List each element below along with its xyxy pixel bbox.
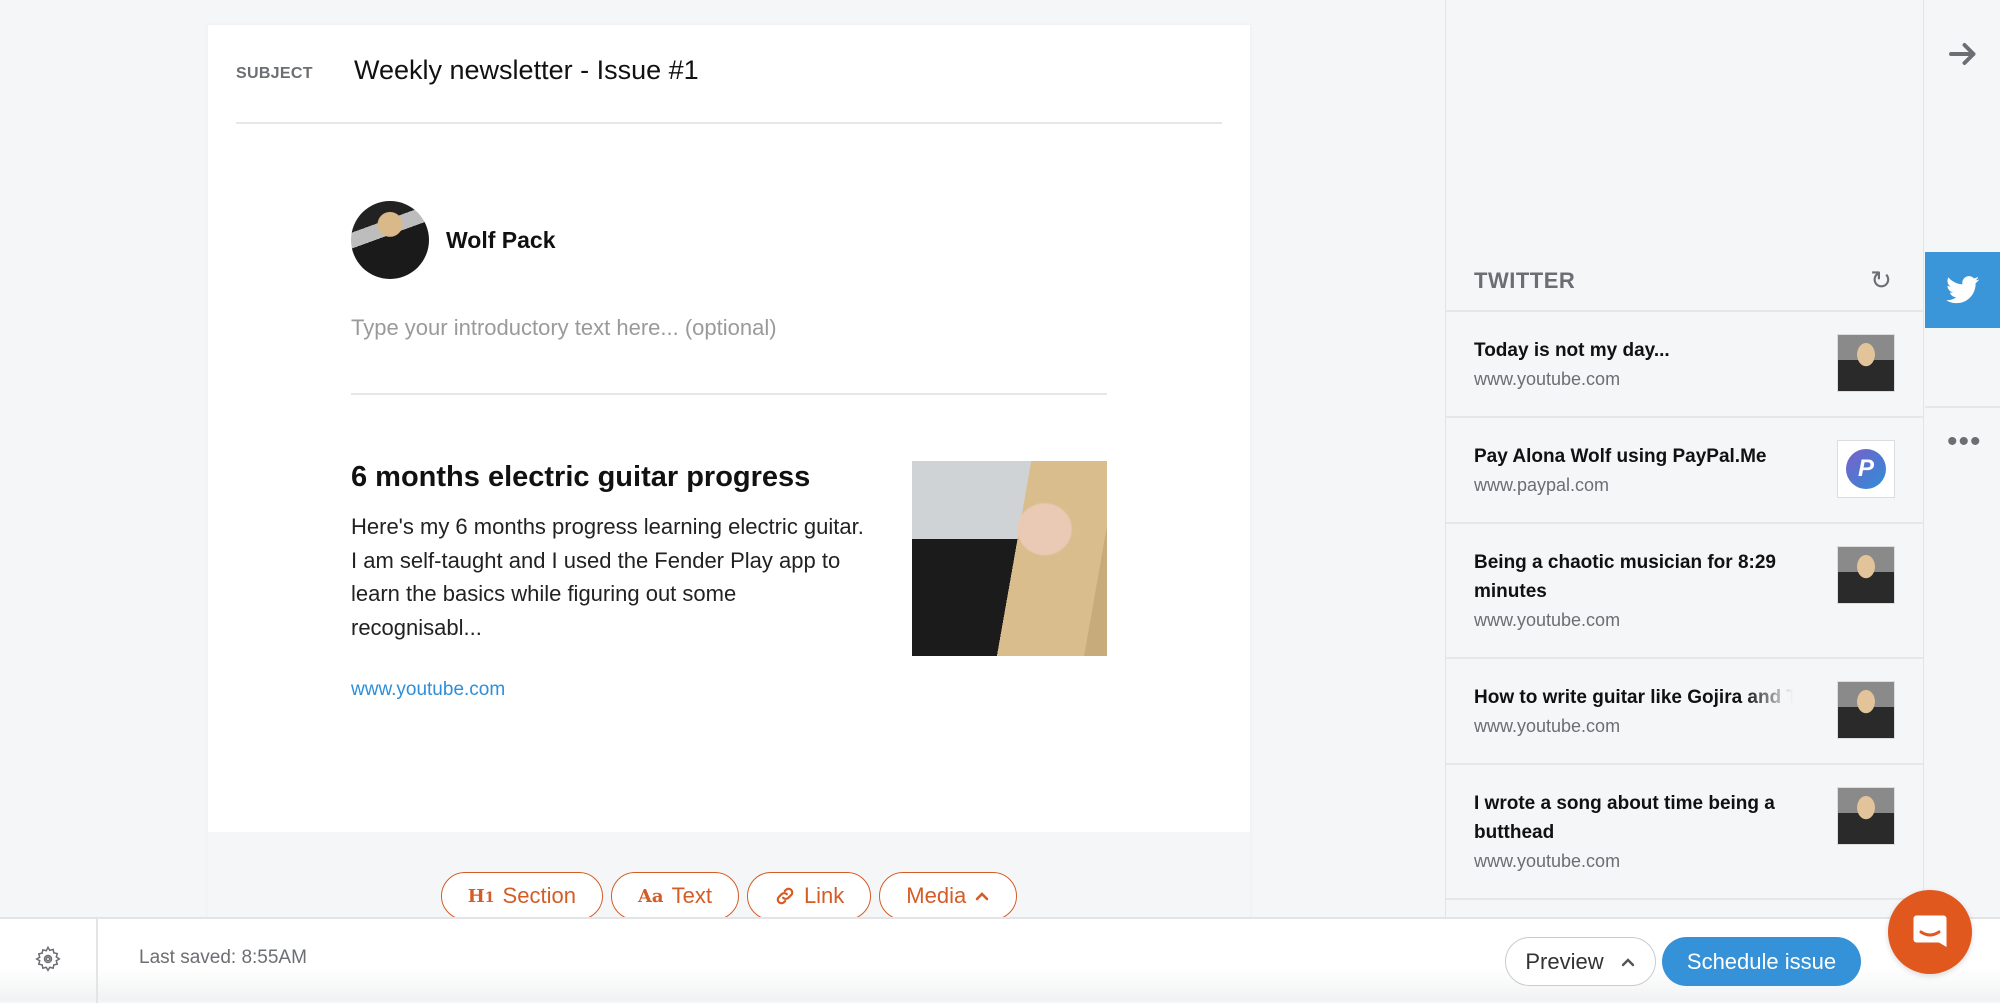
- add-media-label: Media: [906, 883, 967, 908]
- feed-item-domain: www.youtube.com: [1474, 716, 1621, 736]
- preview-button[interactable]: Preview: [1505, 937, 1656, 986]
- chevron-up-icon: [975, 892, 989, 901]
- settings-gear-icon[interactable]: [34, 945, 62, 973]
- feed-item[interactable]: How to write guitar like Gojira and Tool…: [1446, 659, 1923, 765]
- feed-item-thumbnail: [1837, 546, 1895, 604]
- feed-item-title: I wrote a song about time being a butthe…: [1474, 793, 1775, 843]
- twitter-icon: [1945, 276, 1979, 304]
- feed-item-thumbnail: P: [1837, 440, 1895, 498]
- divider: [96, 919, 98, 1003]
- chat-launcher-button[interactable]: [1888, 890, 1972, 974]
- schedule-issue-button[interactable]: Schedule issue: [1662, 937, 1861, 986]
- feed-item[interactable]: Pay Alona Wolf using PayPal.Me www.paypa…: [1446, 418, 1923, 524]
- article-thumbnail: [912, 461, 1107, 656]
- divider: [351, 393, 1107, 395]
- author-name: Wolf Pack: [446, 227, 556, 253]
- add-text-label: Text: [671, 883, 712, 908]
- content-sidebar: TWITTER ↻ Today is not my day... www.you…: [1445, 0, 1924, 917]
- add-media-button[interactable]: Media: [879, 872, 1018, 920]
- subject-label: SUBJECT: [236, 65, 313, 82]
- avatar: [351, 201, 429, 279]
- feed-list: Today is not my day... www.youtube.com P…: [1446, 312, 1923, 917]
- sidebar-title: TWITTER: [1474, 268, 1576, 293]
- add-link-button[interactable]: Link: [746, 872, 872, 920]
- feed-item-title: How to write guitar like Gojira and Tool: [1474, 687, 1793, 708]
- feed-item-domain: www.paypal.com: [1474, 475, 1610, 495]
- article-title: 6 months electric guitar progress: [351, 461, 811, 493]
- block-toolbar: H1 Section Aa Text Link Media: [208, 872, 1250, 920]
- feed-item-title: Being a chaotic musician for 8:29 minute…: [1474, 552, 1776, 602]
- add-section-button[interactable]: H1 Section: [440, 872, 603, 920]
- editor-card: SUBJECT Wolf Pack 6 months electric guit…: [208, 25, 1250, 925]
- chat-icon: [1913, 915, 1947, 947]
- article-body: Here's my 6 months progress learning ele…: [351, 514, 864, 640]
- feed-item-domain: www.youtube.com: [1474, 369, 1621, 389]
- subject-input[interactable]: [354, 55, 1154, 86]
- divider: [1925, 406, 2000, 408]
- feed-item-title: Today is not my day...: [1474, 340, 1670, 361]
- bottom-bar: Last saved: 8:55AM Preview Schedule issu…: [0, 917, 2000, 1003]
- feed-item[interactable]: Alona Wolf is creating original music: [1446, 900, 1923, 917]
- add-section-label: Section: [502, 883, 576, 908]
- twitter-source-button[interactable]: [1925, 252, 2000, 328]
- last-saved-status: Last saved: 8:55AM: [139, 947, 307, 968]
- paypal-icon: P: [1846, 449, 1886, 489]
- feed-item-thumbnail: [1837, 681, 1895, 739]
- add-link-label: Link: [803, 883, 845, 908]
- feed-item[interactable]: I wrote a song about time being a butthe…: [1446, 765, 1923, 900]
- feed-item[interactable]: Being a chaotic musician for 8:29 minute…: [1446, 524, 1923, 659]
- feed-item-thumbnail: [1837, 787, 1895, 845]
- link-icon: [776, 887, 794, 905]
- divider: [236, 122, 1222, 124]
- source-strip: •••: [1925, 0, 2000, 917]
- intro-text-input[interactable]: [351, 315, 1107, 341]
- feed-item-thumbnail: [1837, 334, 1895, 392]
- arrow-right-icon[interactable]: [1945, 36, 1981, 72]
- text-icon: Aa: [637, 885, 664, 907]
- refresh-icon[interactable]: ↻: [1867, 266, 1895, 294]
- feed-item-domain: www.youtube.com: [1474, 851, 1621, 871]
- article-link[interactable]: www.youtube.com: [351, 679, 505, 701]
- chevron-up-icon: [1621, 957, 1634, 966]
- preview-label: Preview: [1525, 948, 1604, 974]
- feed-item-domain: www.youtube.com: [1474, 610, 1621, 630]
- heading-icon: H1: [467, 885, 495, 907]
- feed-item-title: Pay Alona Wolf using PayPal.Me: [1474, 446, 1767, 467]
- add-text-button[interactable]: Aa Text: [610, 872, 739, 920]
- more-options-icon[interactable]: •••: [1947, 425, 1982, 459]
- article-block[interactable]: 6 months electric guitar progress Here's…: [351, 461, 1107, 700]
- feed-item[interactable]: Today is not my day... www.youtube.com: [1446, 312, 1923, 418]
- sidebar-header: TWITTER ↻: [1446, 256, 1923, 312]
